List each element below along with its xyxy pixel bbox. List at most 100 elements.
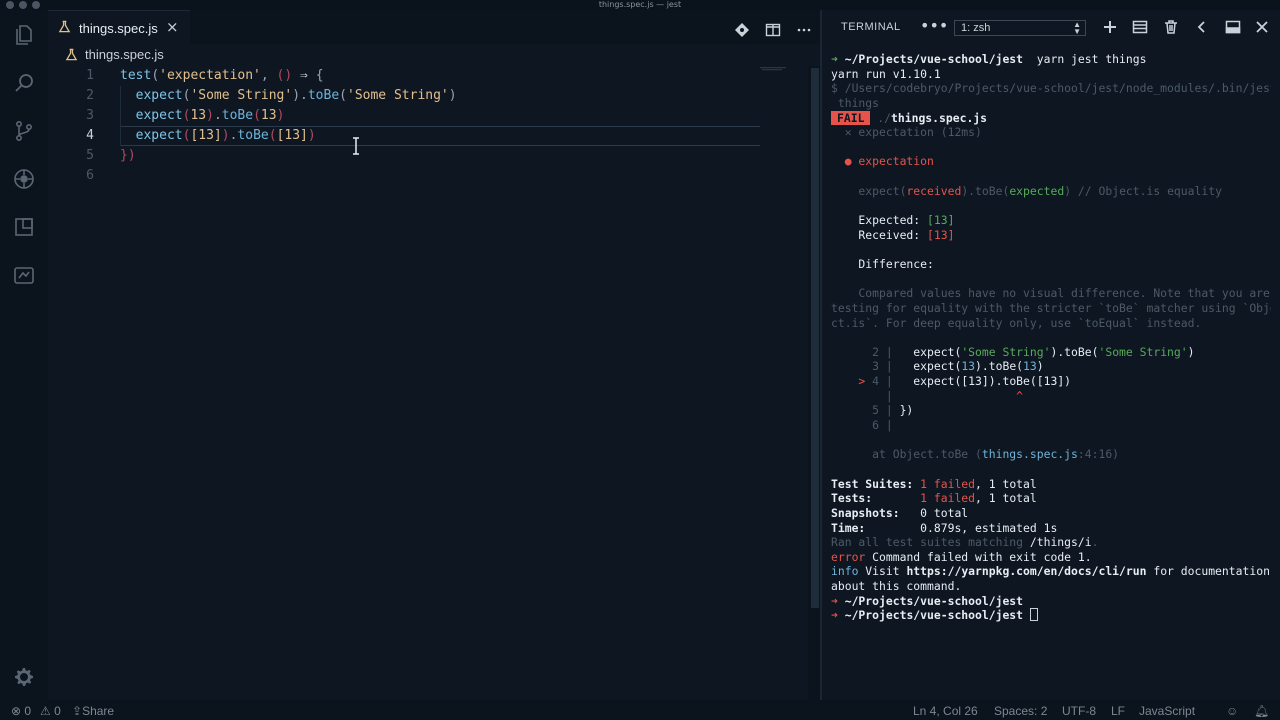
terminal-line: 5 | }) xyxy=(831,403,1271,418)
debug-icon[interactable] xyxy=(12,167,36,191)
terminal-select[interactable]: 1: zsh ▲ ▼ xyxy=(954,20,1086,36)
maximize-icon[interactable] xyxy=(1225,19,1241,35)
warning-icon: ⚠ xyxy=(40,704,51,718)
terminal-segment: about this command. xyxy=(831,579,962,594)
code-token: 'Some String' xyxy=(190,88,293,103)
cursor-position[interactable]: Ln 4, Col 26 xyxy=(913,704,978,718)
terminal-segment: 13 xyxy=(1023,359,1037,374)
more-actions-icon[interactable] xyxy=(796,20,812,40)
warnings-indicator[interactable]: ⚠ 0 xyxy=(40,704,61,718)
more-icon[interactable]: ••• xyxy=(920,16,948,35)
editor-scrollbar-thumb[interactable] xyxy=(811,68,819,608)
terminal-segment: received xyxy=(906,183,962,198)
language-mode[interactable]: JavaScript xyxy=(1139,704,1195,718)
code-line[interactable]: 2 expect('Some String').toBe('Some Strin… xyxy=(48,86,808,106)
error-icon: ⊗ xyxy=(11,704,22,718)
close-icon[interactable] xyxy=(1254,19,1270,35)
code-line[interactable]: 6 xyxy=(48,166,808,186)
code-text: test('expectation', () ⇒ { xyxy=(120,66,324,86)
code-editor[interactable]: 1 test('expectation', () ⇒ {2 expect('Som… xyxy=(48,66,808,700)
window-title: things.spec.js — jest xyxy=(598,0,682,9)
remote-icon[interactable] xyxy=(12,263,36,287)
terminal-segment: error xyxy=(831,549,866,564)
tab-things-spec[interactable]: things.spec.js × xyxy=(48,10,190,44)
code-line[interactable]: 4 expect([13]).toBe([13]) xyxy=(48,126,808,146)
chevron-left-icon[interactable] xyxy=(1194,19,1210,35)
line-number: 3 xyxy=(86,108,94,123)
split-terminal-icon[interactable] xyxy=(1132,19,1148,35)
code-token: toBe xyxy=(307,88,340,103)
code-token: ( xyxy=(151,68,160,83)
terminal-segment: expect( xyxy=(899,344,962,359)
terminal-segment: things xyxy=(831,95,880,110)
terminal-line: at Object.toBe (things.spec.js:4:16) xyxy=(831,447,1271,462)
terminal-segment: 5 | xyxy=(831,403,900,418)
terminal-line: 6 | xyxy=(831,418,1271,433)
share-button[interactable]: ⇪Share xyxy=(72,704,114,718)
encoding[interactable]: UTF-8 xyxy=(1062,704,1096,718)
terminal-segment: Snapshots: xyxy=(831,505,921,520)
extensions-icon[interactable] xyxy=(12,215,36,239)
terminal-segment xyxy=(1023,608,1030,622)
code-line[interactable]: 3 expect(13).toBe(13) xyxy=(48,106,808,126)
code-line[interactable]: 5}) xyxy=(48,146,808,166)
terminal-output[interactable]: ➜ ~/Projects/vue-school/jest yarn jest t… xyxy=(831,52,1271,623)
code-token: ) xyxy=(206,108,214,123)
trash-icon[interactable] xyxy=(1163,19,1179,35)
feedback-icon[interactable]: ☺ xyxy=(1226,704,1238,718)
breadcrumb-file[interactable]: things.spec.js xyxy=(85,47,164,62)
terminal-segment: ).toBe( xyxy=(961,183,1010,198)
indentation[interactable]: Spaces: 2 xyxy=(994,704,1047,718)
terminal-segment: 'Some String' xyxy=(1098,344,1188,359)
tab-close-button[interactable]: × xyxy=(166,19,179,35)
code-token: ). xyxy=(292,88,308,103)
tab-terminal[interactable]: TERMINAL xyxy=(841,21,901,33)
code-line[interactable]: 1 test('expectation', () ⇒ { xyxy=(48,66,808,86)
terminal-segment: ).toBe( xyxy=(975,359,1024,374)
activity-bar xyxy=(0,10,48,700)
code-token: , xyxy=(260,68,277,83)
line-number: 2 xyxy=(86,88,94,103)
code-token: ( xyxy=(339,88,347,103)
terminal-segment: Difference: xyxy=(831,256,934,271)
code-token: 'expectation' xyxy=(159,68,261,83)
terminal-segment: ~/Projects/vue-school/jest xyxy=(844,52,1024,66)
terminal-segment: ➜ xyxy=(831,593,845,608)
terminal-segment: $ /Users/codebryo/Projects/vue-school/je… xyxy=(831,81,1271,96)
terminal-segment: FAIL xyxy=(831,110,871,125)
bell-icon[interactable]: 🔔︎ xyxy=(1254,704,1269,718)
add-terminal-icon[interactable] xyxy=(1102,19,1118,35)
search-icon[interactable] xyxy=(12,71,36,95)
terminal-line: Time: 0.879s, estimated 1s xyxy=(831,521,1271,536)
end-of-line[interactable]: LF xyxy=(1111,704,1125,718)
terminal-line: ➜ ~/Projects/vue-school/jest yarn jest t… xyxy=(831,52,1271,67)
errors-indicator[interactable]: ⊗ 0 xyxy=(11,704,31,718)
terminal-segment: expect([13]).toBe([13]) xyxy=(899,374,1072,389)
terminal-line: Test Suites: 1 failed, 1 total xyxy=(831,477,1271,492)
terminal-line: info Visit https://yarnpkg.com/en/docs/c… xyxy=(831,564,1271,579)
open-changes-icon[interactable] xyxy=(734,20,750,40)
code-text: expect('Some String').toBe('Some String'… xyxy=(120,86,457,106)
code-token: 'Some String' xyxy=(347,88,449,103)
terminal-segment: ✕ expectation (12ms) xyxy=(831,125,982,140)
files-icon[interactable] xyxy=(12,23,36,47)
errors-count: 0 xyxy=(24,704,32,718)
code-token: expect xyxy=(120,88,183,103)
terminal-line: Expected: [13] xyxy=(831,213,1271,228)
terminal-line: testing for equality with the stricter `… xyxy=(831,301,1271,316)
split-editor-icon[interactable] xyxy=(765,20,781,40)
terminal-segment: Visit xyxy=(858,564,907,579)
code-token: toBe xyxy=(237,128,269,143)
gear-icon[interactable] xyxy=(12,665,36,689)
terminal-segment: | xyxy=(831,388,900,403)
terminal-segment: ➜ xyxy=(831,608,845,623)
share-label: Share xyxy=(82,704,115,718)
terminal-segment: > xyxy=(831,374,873,389)
source-control-icon[interactable] xyxy=(12,119,36,143)
breadcrumb[interactable]: things.spec.js xyxy=(48,44,820,66)
line-number: 1 xyxy=(86,68,94,83)
text-cursor-icon xyxy=(353,137,359,155)
